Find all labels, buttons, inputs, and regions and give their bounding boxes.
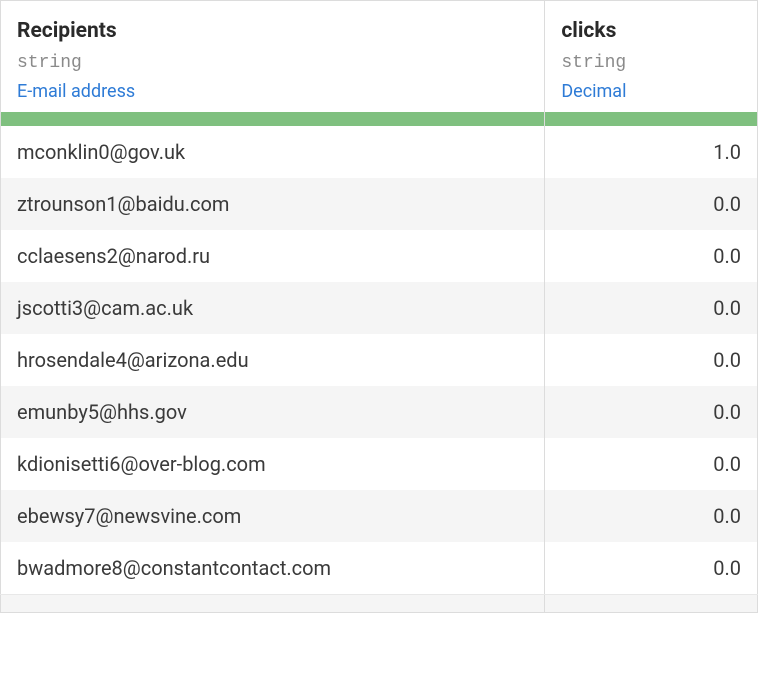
- column-semantic-row: E-mail address Decimal: [1, 77, 758, 112]
- table-row[interactable]: jscotti3@cam.ac.uk0.0: [1, 282, 758, 334]
- table-row[interactable]: mconklin0@gov.uk1.0: [1, 126, 758, 178]
- quality-bar-clicks: [545, 112, 758, 126]
- cell-recipients[interactable]: jscotti3@cam.ac.uk: [1, 282, 545, 334]
- table-body: mconklin0@gov.uk1.0ztrounson1@baidu.com0…: [1, 126, 758, 595]
- column-semantic-recipients[interactable]: E-mail address: [1, 77, 544, 112]
- table-header-row: Recipients clicks: [1, 1, 758, 54]
- table-row[interactable]: emunby5@hhs.gov0.0: [1, 386, 758, 438]
- table-row[interactable]: kdionisetti6@over-blog.com0.0: [1, 438, 758, 490]
- table-row[interactable]: ebewsy7@newsvine.com0.0: [1, 490, 758, 542]
- cell-clicks[interactable]: 0.0: [545, 230, 758, 282]
- cell-clicks[interactable]: 1.0: [545, 126, 758, 178]
- quality-bar-recipients: [1, 112, 545, 126]
- cell-recipients[interactable]: emunby5@hhs.gov: [1, 386, 545, 438]
- cell-clicks[interactable]: 0.0: [545, 334, 758, 386]
- column-datatype-clicks: string: [561, 53, 741, 73]
- cell-clicks[interactable]: 0.0: [545, 178, 758, 230]
- quality-bar-row: [1, 112, 758, 126]
- cell-recipients[interactable]: ztrounson1@baidu.com: [1, 178, 545, 230]
- cell-clicks[interactable]: 0.0: [545, 542, 758, 595]
- trailing-row: [1, 595, 758, 613]
- cell-recipients[interactable]: mconklin0@gov.uk: [1, 126, 545, 178]
- cell-recipients[interactable]: kdionisetti6@over-blog.com: [1, 438, 545, 490]
- column-type-row: string string: [1, 53, 758, 77]
- table-row[interactable]: ztrounson1@baidu.com0.0: [1, 178, 758, 230]
- cell-clicks[interactable]: 0.0: [545, 490, 758, 542]
- cell-recipients[interactable]: ebewsy7@newsvine.com: [1, 490, 545, 542]
- cell-clicks[interactable]: 0.0: [545, 282, 758, 334]
- cell-recipients[interactable]: cclaesens2@narod.ru: [1, 230, 545, 282]
- cell-recipients[interactable]: hrosendale4@arizona.edu: [1, 334, 545, 386]
- column-semantic-clicks[interactable]: Decimal: [545, 77, 757, 112]
- table-row[interactable]: cclaesens2@narod.ru0.0: [1, 230, 758, 282]
- cell-clicks[interactable]: 0.0: [545, 438, 758, 490]
- column-datatype-recipients: string: [17, 53, 528, 73]
- cell-recipients[interactable]: bwadmore8@constantcontact.com: [1, 542, 545, 595]
- cell-clicks[interactable]: 0.0: [545, 386, 758, 438]
- table-row[interactable]: hrosendale4@arizona.edu0.0: [1, 334, 758, 386]
- table-row[interactable]: bwadmore8@constantcontact.com0.0: [1, 542, 758, 595]
- column-header-clicks[interactable]: clicks: [545, 1, 758, 54]
- column-header-recipients[interactable]: Recipients: [1, 1, 545, 54]
- data-table: Recipients clicks string string E-mail a…: [0, 0, 758, 613]
